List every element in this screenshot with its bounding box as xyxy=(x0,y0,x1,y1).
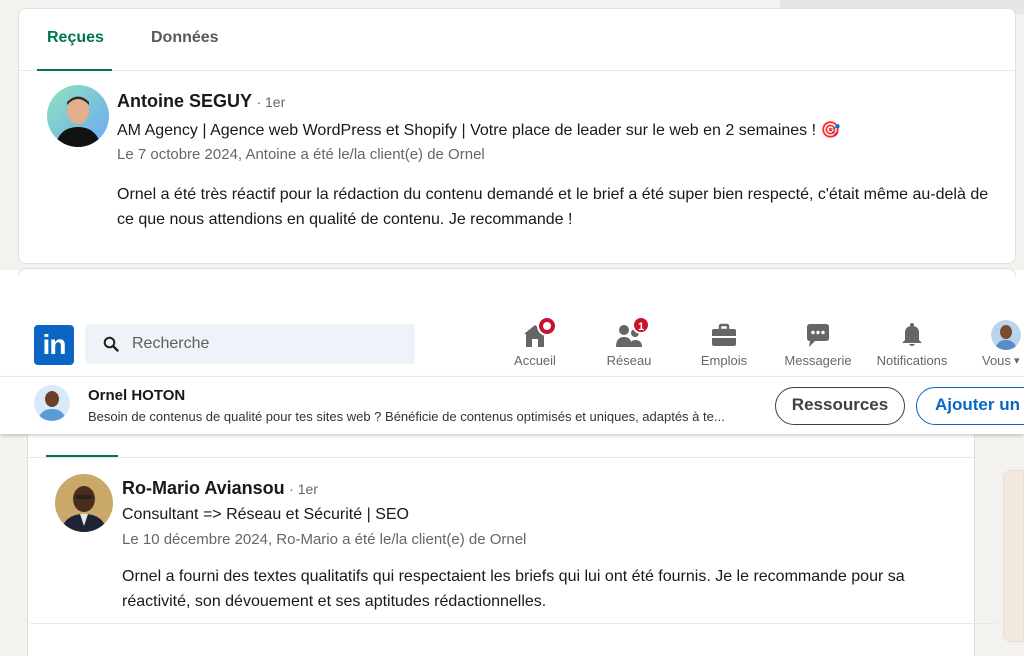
recommender-name-line: Ro-Mario Aviansou · 1er xyxy=(122,478,318,499)
messaging-icon xyxy=(807,324,829,347)
search-icon xyxy=(103,336,119,352)
add-section-button[interactable]: Ajouter un xyxy=(916,387,1024,425)
active-tab-indicator xyxy=(37,69,112,71)
connection-degree: · 1er xyxy=(256,94,286,110)
active-tab-indicator xyxy=(46,455,118,457)
recommendation-text: Ornel a fourni des textes qualitatifs qu… xyxy=(122,568,905,610)
home-badge xyxy=(537,316,557,336)
nav-label: Accueil xyxy=(514,353,556,368)
recommendation-date: Le 7 octobre 2024, Antoine a été le/la c… xyxy=(117,146,485,163)
nav-label: Notifications xyxy=(876,353,948,368)
search-placeholder: Recherche xyxy=(132,335,210,352)
profile-avatar xyxy=(34,385,70,421)
divider xyxy=(30,623,996,624)
bell-icon xyxy=(902,323,922,346)
nav-network[interactable]: 1 Réseau xyxy=(583,316,675,372)
recommendation-text: Ornel a été très réactif pour la rédacti… xyxy=(117,186,989,228)
resources-button[interactable]: Ressources xyxy=(775,387,905,425)
tab-given[interactable]: Données xyxy=(151,29,219,47)
network-badge: 1 xyxy=(632,316,650,334)
connection-degree: · 1er xyxy=(289,481,318,497)
recommendation-date: Le 10 décembre 2024, Ro-Mario a été le/l… xyxy=(122,531,527,548)
nav-home[interactable]: Accueil xyxy=(489,316,581,372)
recommendations-card: Reçues Données Antoine SEGUY · 1er AM Ag… xyxy=(18,8,1016,264)
recommender-headline: AM Agency | Agence web WordPress et Shop… xyxy=(117,122,841,139)
recommendation-tabs xyxy=(28,434,974,458)
side-panel-edge xyxy=(1003,470,1024,642)
profile-headline: Besoin de contenus de qualité pour tes s… xyxy=(88,409,725,424)
avatar[interactable] xyxy=(47,85,109,147)
nav-messaging[interactable]: Messagerie xyxy=(772,320,864,372)
top-screenshot: Reçues Données Antoine SEGUY · 1er AM Ag… xyxy=(0,0,1024,276)
avatar[interactable] xyxy=(55,474,113,532)
nav-label: Messagerie xyxy=(784,353,852,368)
nav-notifications[interactable]: Notifications xyxy=(866,320,958,372)
profile-name: Ornel HOTON xyxy=(88,387,186,404)
recommender-name[interactable]: Ro-Mario Aviansou xyxy=(122,478,285,498)
avatar-icon xyxy=(991,320,1021,350)
nav-label: Réseau xyxy=(606,353,652,368)
briefcase-icon xyxy=(712,323,736,346)
nav-jobs[interactable]: Emplois xyxy=(678,320,770,372)
global-nav: in Recherche Accueil 1 Réseau Emplois Me… xyxy=(0,296,1024,376)
search-input[interactable]: Recherche xyxy=(85,324,415,364)
tab-received[interactable]: Reçues xyxy=(47,29,104,47)
recommender-name-line: Antoine SEGUY · 1er xyxy=(117,91,285,112)
bottom-screenshot: in Recherche Accueil 1 Réseau Emplois Me… xyxy=(0,296,1024,656)
chevron-down-icon: ▾ xyxy=(1014,355,1020,367)
sticky-profile-bar: Ornel HOTON Besoin de contenus de qualit… xyxy=(0,376,1024,434)
recommendation-tabs: Reçues Données xyxy=(19,9,1015,71)
nav-label: Emplois xyxy=(700,353,748,368)
nav-me[interactable]: Vous ▾ xyxy=(960,320,1024,372)
recommender-name[interactable]: Antoine SEGUY xyxy=(117,91,252,111)
recommender-headline: Consultant => Réseau et Sécurité | SEO xyxy=(122,506,409,523)
linkedin-logo[interactable]: in xyxy=(34,325,74,365)
next-card-edge xyxy=(18,268,1016,276)
